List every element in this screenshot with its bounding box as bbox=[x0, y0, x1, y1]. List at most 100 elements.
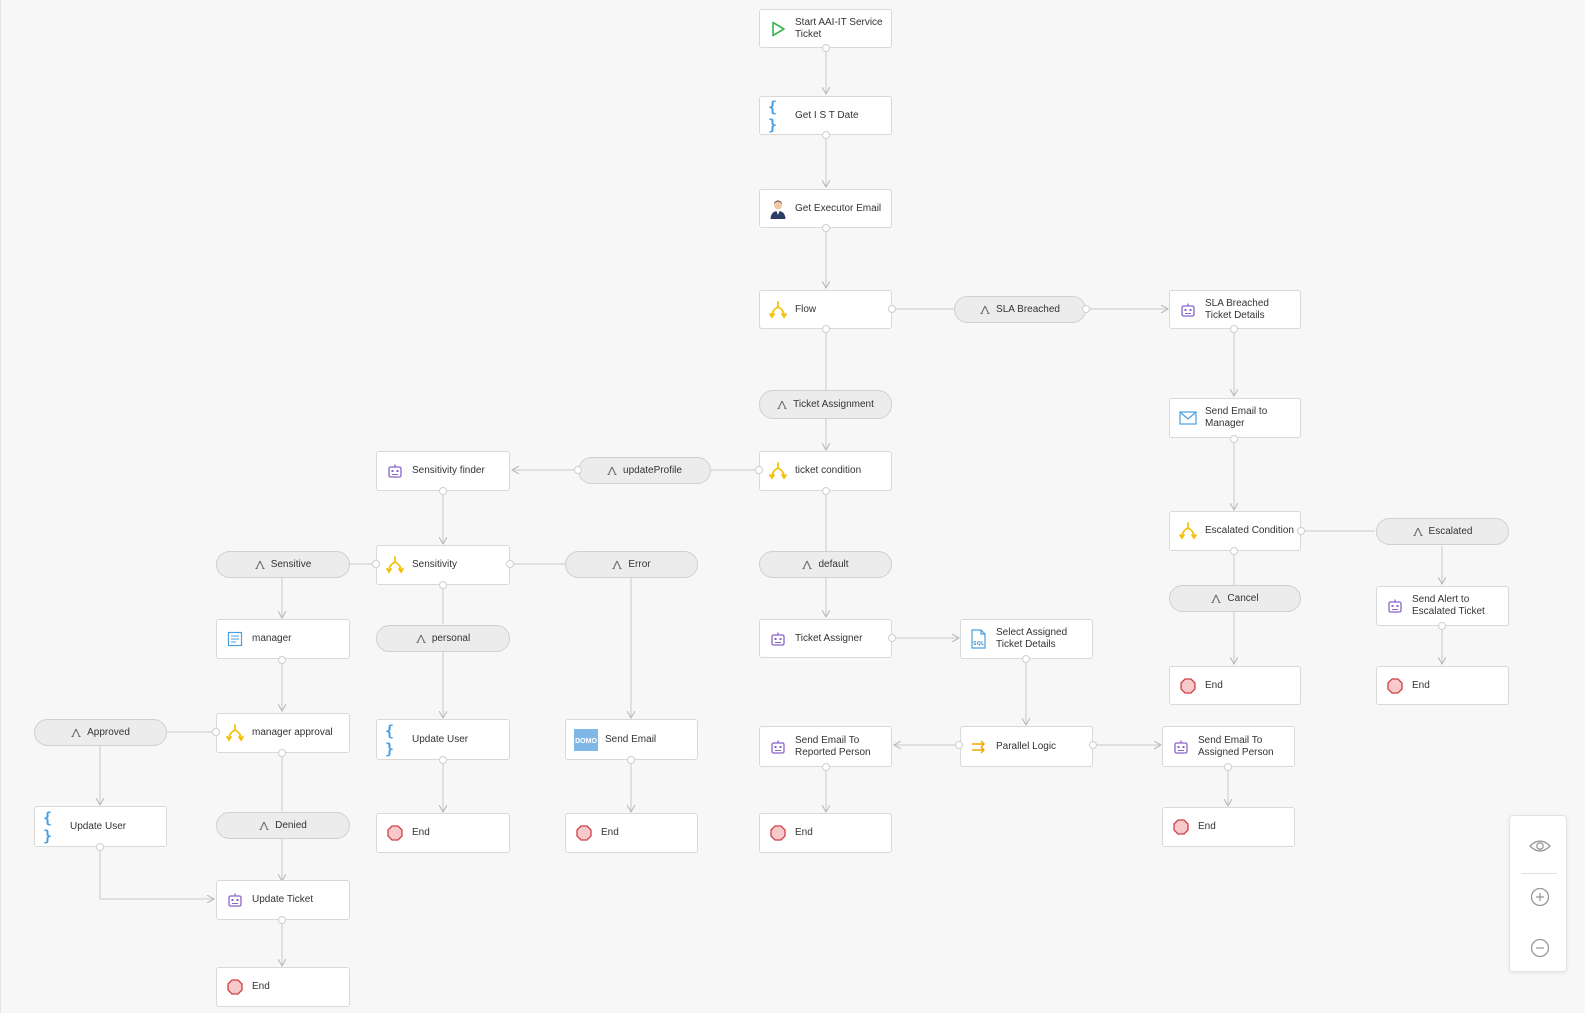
node-label: End bbox=[412, 827, 430, 838]
controls-divider bbox=[1521, 873, 1557, 874]
node-label: Send Email To Assigned Person bbox=[1198, 734, 1274, 758]
condition-split-icon bbox=[768, 300, 788, 320]
branch-icon bbox=[259, 821, 269, 831]
zoom-in-icon[interactable] bbox=[1529, 886, 1551, 908]
script-braces-icon: { } bbox=[768, 97, 777, 134]
envelope-icon bbox=[1178, 408, 1198, 428]
sensitivity-condition-node[interactable]: Sensitivity bbox=[376, 545, 510, 585]
update-user-approved-node[interactable]: { } Update User bbox=[34, 806, 167, 847]
node-label: Ticket Assigner bbox=[795, 632, 863, 644]
branch-icon bbox=[255, 560, 265, 570]
end-assigned-node[interactable]: End bbox=[1162, 807, 1295, 847]
end-update-ticket-node[interactable]: End bbox=[216, 967, 350, 1007]
update-ticket-node[interactable]: Update Ticket bbox=[216, 880, 350, 920]
condition-split-icon bbox=[225, 723, 245, 743]
play-icon bbox=[768, 19, 788, 39]
end-stop-icon bbox=[1385, 676, 1405, 696]
get-ist-date-node[interactable]: { } Get I S T Date bbox=[759, 96, 892, 135]
sql-file-icon: SQL bbox=[969, 629, 989, 649]
branch-default[interactable]: default bbox=[759, 551, 892, 578]
bot-icon bbox=[1385, 596, 1405, 616]
end-personal-node[interactable]: End bbox=[376, 813, 510, 853]
branch-label: Sensitive bbox=[270, 558, 312, 570]
branch-sla-breached[interactable]: SLA Breached bbox=[954, 296, 1086, 323]
send-email-manager-node[interactable]: Send Email to Manager bbox=[1169, 398, 1301, 438]
node-label: manager bbox=[252, 633, 292, 644]
branch-ticket-assignment[interactable]: Ticket Assignment bbox=[759, 390, 892, 419]
end-stop-icon bbox=[1171, 817, 1191, 837]
branch-personal[interactable]: personal bbox=[376, 625, 510, 652]
end-stop-icon bbox=[768, 823, 788, 843]
select-assigned-details-node[interactable]: SQL Select Assigned Ticket Details bbox=[960, 619, 1093, 659]
branch-cancel[interactable]: Cancel bbox=[1169, 585, 1301, 612]
escalated-condition-node[interactable]: Escalated Condition bbox=[1169, 511, 1301, 551]
end-escalated-node[interactable]: End bbox=[1376, 666, 1509, 705]
user-avatar-icon bbox=[768, 199, 788, 219]
bot-icon bbox=[1178, 300, 1198, 320]
node-label: ticket condition bbox=[795, 465, 862, 476]
branch-label: default bbox=[818, 558, 849, 570]
node-label: Escalated Condition bbox=[1205, 525, 1294, 536]
get-executor-email-node[interactable]: Get Executor Email bbox=[759, 189, 892, 228]
branch-label: SLA Breached bbox=[996, 303, 1060, 315]
node-label: Parallel Logic bbox=[996, 740, 1057, 752]
node-label: Sensitivity bbox=[412, 559, 458, 570]
branch-approved[interactable]: Approved bbox=[34, 719, 167, 746]
workflow-canvas[interactable]: Start AAI-IT Service Ticket { } Get I S … bbox=[0, 0, 1585, 1013]
branch-icon bbox=[802, 560, 812, 570]
send-email-assigned-node[interactable]: Send Email To Assigned Person bbox=[1162, 726, 1295, 767]
node-label: Update User bbox=[412, 733, 469, 745]
node-label: End bbox=[795, 827, 813, 838]
node-label: Select Assigned Ticket Details bbox=[996, 627, 1068, 650]
parallel-logic-node[interactable]: Parallel Logic bbox=[960, 726, 1093, 767]
branch-denied[interactable]: Denied bbox=[216, 812, 350, 839]
condition-split-icon bbox=[1178, 521, 1198, 541]
canvas-view-controls bbox=[1509, 815, 1567, 972]
ticket-condition-node[interactable]: ticket condition bbox=[759, 451, 892, 491]
branch-icon bbox=[980, 305, 990, 315]
parallel-arrows-icon bbox=[969, 737, 989, 757]
end-error-node[interactable]: End bbox=[565, 813, 698, 853]
branch-label: Approved bbox=[87, 726, 130, 738]
branch-label: Cancel bbox=[1227, 592, 1259, 604]
node-label: SLA Breached Ticket Details bbox=[1205, 297, 1269, 321]
node-label: End bbox=[601, 827, 619, 838]
node-label: End bbox=[1198, 821, 1216, 832]
update-user-personal-node[interactable]: { } Update User bbox=[376, 719, 510, 760]
script-braces-icon: { } bbox=[43, 808, 52, 845]
svg-text:DOMO: DOMO bbox=[575, 738, 597, 745]
zoom-out-icon[interactable] bbox=[1529, 937, 1551, 959]
branch-escalated[interactable]: Escalated bbox=[1376, 518, 1509, 545]
flow-condition-node[interactable]: Flow bbox=[759, 290, 892, 329]
branch-label: Ticket Assignment bbox=[793, 398, 874, 410]
end-reported-node[interactable]: End bbox=[759, 813, 892, 853]
send-email-error-node[interactable]: DOMO Send Email bbox=[565, 719, 698, 760]
branch-sensitive[interactable]: Sensitive bbox=[216, 551, 350, 578]
manager-approval-node[interactable]: manager approval bbox=[216, 713, 350, 753]
manager-node[interactable]: manager bbox=[216, 619, 350, 659]
end-cancel-node[interactable]: End bbox=[1169, 666, 1301, 705]
sla-breached-details-node[interactable]: SLA Breached Ticket Details bbox=[1169, 290, 1301, 329]
branch-error[interactable]: Error bbox=[565, 551, 698, 578]
end-stop-icon bbox=[574, 823, 594, 843]
send-alert-escalated-node[interactable]: Send Alert to Escalated Ticket bbox=[1376, 586, 1509, 626]
branch-icon bbox=[777, 400, 787, 410]
start-node[interactable]: Start AAI-IT Service Ticket bbox=[759, 9, 892, 48]
branch-label: Error bbox=[628, 558, 651, 570]
branch-icon bbox=[71, 728, 81, 738]
branch-label: personal bbox=[431, 632, 471, 644]
branch-update-profile[interactable]: updateProfile bbox=[578, 457, 711, 484]
bot-icon bbox=[385, 461, 405, 481]
ticket-assigner-node[interactable]: Ticket Assigner bbox=[759, 619, 892, 658]
node-label: Update User bbox=[70, 820, 127, 832]
eye-icon[interactable] bbox=[1529, 835, 1551, 857]
node-label: End bbox=[252, 981, 270, 992]
form-document-icon bbox=[225, 629, 245, 649]
node-label: End bbox=[1205, 679, 1223, 691]
node-label: Start AAI-IT Service Ticket bbox=[795, 16, 883, 40]
domo-logo-icon: DOMO bbox=[574, 728, 598, 751]
send-email-reported-node[interactable]: Send Email To Reported Person bbox=[759, 726, 892, 767]
sensitivity-finder-node[interactable]: Sensitivity finder bbox=[376, 451, 510, 491]
branch-icon bbox=[1413, 527, 1423, 537]
branch-icon bbox=[612, 560, 622, 570]
